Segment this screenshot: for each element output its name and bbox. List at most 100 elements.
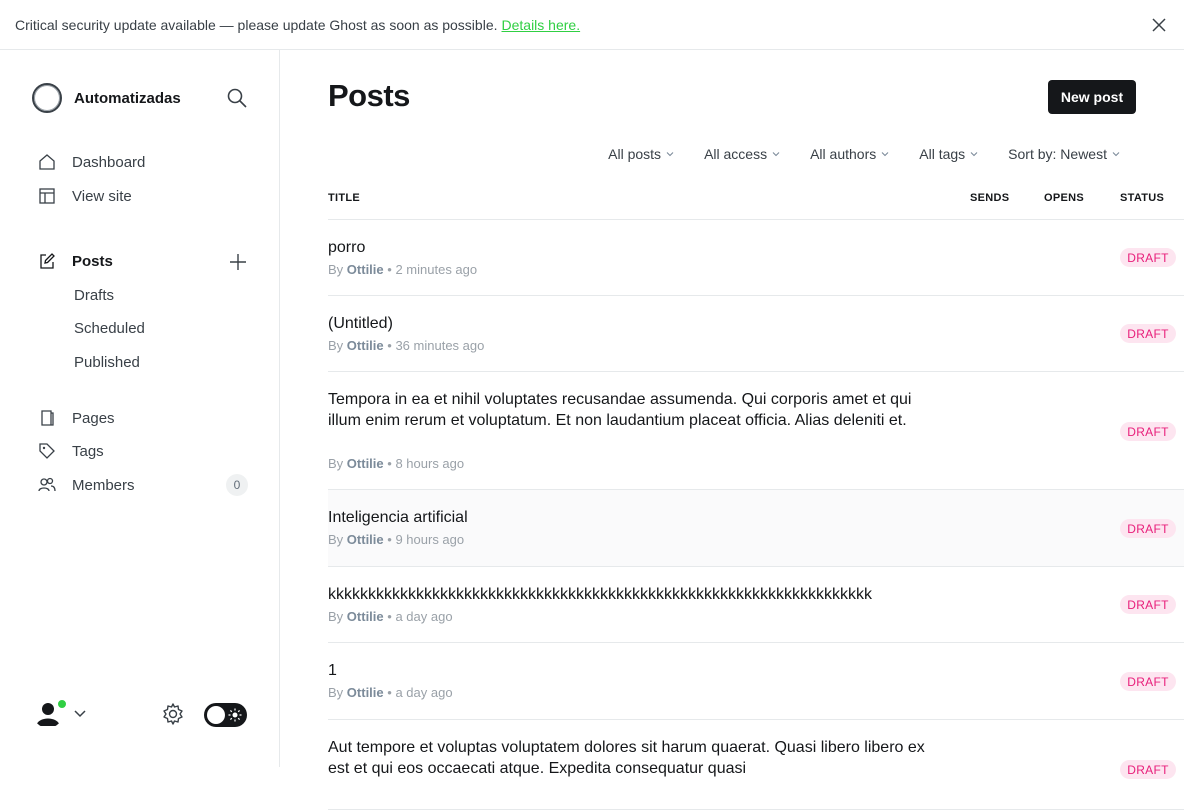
post-title: porro — [328, 239, 366, 256]
chevron-down-icon — [772, 152, 780, 157]
post-author: Ottilie — [346, 685, 384, 700]
post-title: (Untitled) — [328, 315, 393, 332]
post-by-label: By — [328, 456, 344, 471]
status-badge: DRAFT — [1120, 422, 1176, 441]
table-row[interactable]: Tempora in ea et nihil voluptates recusa… — [328, 372, 1184, 490]
post-author: Ottilie — [346, 338, 384, 353]
post-title: Aut tempore et voluptas voluptatem dolor… — [328, 739, 925, 777]
nav-published[interactable]: Published — [74, 354, 140, 371]
layout-icon — [39, 188, 55, 204]
theme-toggle[interactable] — [204, 703, 247, 727]
post-by-label: By — [328, 262, 344, 277]
sidebar: Automatizadas Dashboard View site Posts … — [0, 50, 280, 767]
post-meta-separator: • — [387, 338, 392, 353]
post-title: kkkkkkkkkkkkkkkkkkkkkkkkkkkkkkkkkkkkkkkk… — [328, 586, 872, 603]
status-badge: DRAFT — [1120, 519, 1176, 538]
nav-posts-label: Posts — [72, 252, 113, 270]
post-meta-separator: • — [387, 609, 392, 624]
post-time: 8 hours ago — [395, 456, 465, 471]
post-filters: All posts All access All authors All tag… — [578, 146, 1120, 162]
filter-sort-label: Sort by: Newest — [1008, 146, 1107, 162]
nav-scheduled[interactable]: Scheduled — [74, 320, 145, 337]
filter-sort[interactable]: Sort by: Newest — [1008, 146, 1120, 162]
post-time: a day ago — [395, 609, 453, 624]
filter-access-label: All access — [704, 146, 768, 162]
chevron-down-icon — [666, 152, 674, 157]
post-by-label: By — [328, 532, 344, 547]
column-status: STATUS — [1120, 192, 1165, 204]
filter-authors-label: All authors — [810, 146, 877, 162]
nav-members[interactable]: Members — [38, 476, 135, 494]
post-meta: By Ottilie • 8 hours ago — [328, 456, 464, 471]
banner-message: Critical security update available — ple… — [15, 16, 498, 33]
table-row[interactable]: (Untitled) By Ottilie • 36 minutes ago DRA… — [328, 296, 1184, 372]
new-post-button[interactable]: New post — [1048, 80, 1136, 114]
update-banner: Critical security update available — ple… — [0, 0, 1184, 50]
main-content: Posts New post All posts All access All … — [280, 50, 1184, 810]
nav-dashboard[interactable]: Dashboard — [38, 153, 145, 171]
nav-tags[interactable]: Tags — [38, 442, 104, 460]
post-time: 9 hours ago — [395, 532, 465, 547]
nav-members-label: Members — [72, 476, 135, 494]
online-indicator — [57, 699, 67, 709]
status-badge: DRAFT — [1120, 324, 1176, 343]
post-author: Ottilie — [346, 609, 384, 624]
post-title: Tempora in ea et nihil voluptates recusa… — [328, 391, 912, 429]
post-time: 2 minutes ago — [395, 262, 478, 277]
close-icon[interactable] — [1150, 16, 1168, 34]
filter-access[interactable]: All access — [704, 146, 780, 162]
post-meta: By Ottilie • 9 hours ago — [328, 532, 464, 547]
site-brand[interactable]: Automatizadas — [32, 83, 181, 113]
table-header: TITLE SENDS OPENS STATUS — [328, 192, 1184, 220]
post-by-label: By — [328, 609, 344, 624]
status-badge: DRAFT — [1120, 672, 1176, 691]
nav-pages-label: Pages — [72, 409, 115, 427]
banner-details-link[interactable]: Details here. — [502, 17, 581, 33]
post-meta-separator: • — [387, 685, 392, 700]
status-badge: DRAFT — [1120, 595, 1176, 614]
search-icon[interactable] — [226, 87, 248, 109]
post-meta-separator: • — [387, 456, 392, 471]
post-meta-separator: • — [387, 532, 392, 547]
nav-drafts[interactable]: Drafts — [74, 287, 114, 304]
filter-type[interactable]: All posts — [608, 146, 674, 162]
post-title: 1 — [328, 662, 337, 679]
post-author: Ottilie — [346, 262, 384, 277]
table-row[interactable]: kkkkkkkkkkkkkkkkkkkkkkkkkkkkkkkkkkkkkkkk… — [328, 567, 1184, 643]
status-badge: DRAFT — [1120, 760, 1176, 779]
table-row[interactable]: Inteligencia artificial By Ottilie • 9 ho… — [328, 490, 1184, 567]
gear-icon[interactable] — [161, 702, 185, 726]
chevron-down-icon — [881, 152, 889, 157]
post-meta: By Ottilie • 2 minutes ago — [328, 262, 477, 277]
table-row[interactable]: Aut tempore et voluptas voluptatem dolor… — [328, 720, 1184, 810]
nav-posts[interactable]: Posts — [38, 252, 113, 270]
table-row[interactable]: 1 By Ottilie • a day ago DRAFT — [328, 643, 1184, 720]
post-time: a day ago — [395, 685, 453, 700]
status-badge: DRAFT — [1120, 248, 1176, 267]
add-post-icon[interactable] — [228, 252, 248, 272]
post-meta: By Ottilie • a day ago — [328, 685, 453, 700]
page-title: Posts — [328, 78, 410, 113]
post-title: Inteligencia artificial — [328, 509, 468, 526]
nav-pages[interactable]: Pages — [38, 409, 115, 427]
chevron-down-icon[interactable] — [73, 707, 87, 721]
toggle-knob — [207, 706, 225, 724]
post-author: Ottilie — [346, 456, 384, 471]
home-icon — [39, 154, 55, 170]
filter-tags[interactable]: All tags — [919, 146, 978, 162]
nav-dashboard-label: Dashboard — [72, 153, 146, 171]
filter-authors[interactable]: All authors — [810, 146, 889, 162]
nav-view-site[interactable]: View site — [38, 187, 132, 205]
page-icon — [41, 410, 54, 426]
table-row[interactable]: porro By Ottilie • 2 minutes ago DRAFT — [328, 220, 1184, 296]
post-by-label: By — [328, 685, 344, 700]
column-sends: SENDS — [970, 192, 1010, 204]
post-by-label: By — [328, 338, 344, 353]
sun-icon — [228, 708, 242, 722]
filter-type-label: All posts — [608, 146, 662, 162]
post-meta-separator: • — [387, 262, 392, 277]
post-author: Ottilie — [346, 532, 384, 547]
nav-view-site-label: View site — [72, 187, 132, 205]
filter-tags-label: All tags — [919, 146, 966, 162]
column-opens: OPENS — [1044, 192, 1085, 204]
